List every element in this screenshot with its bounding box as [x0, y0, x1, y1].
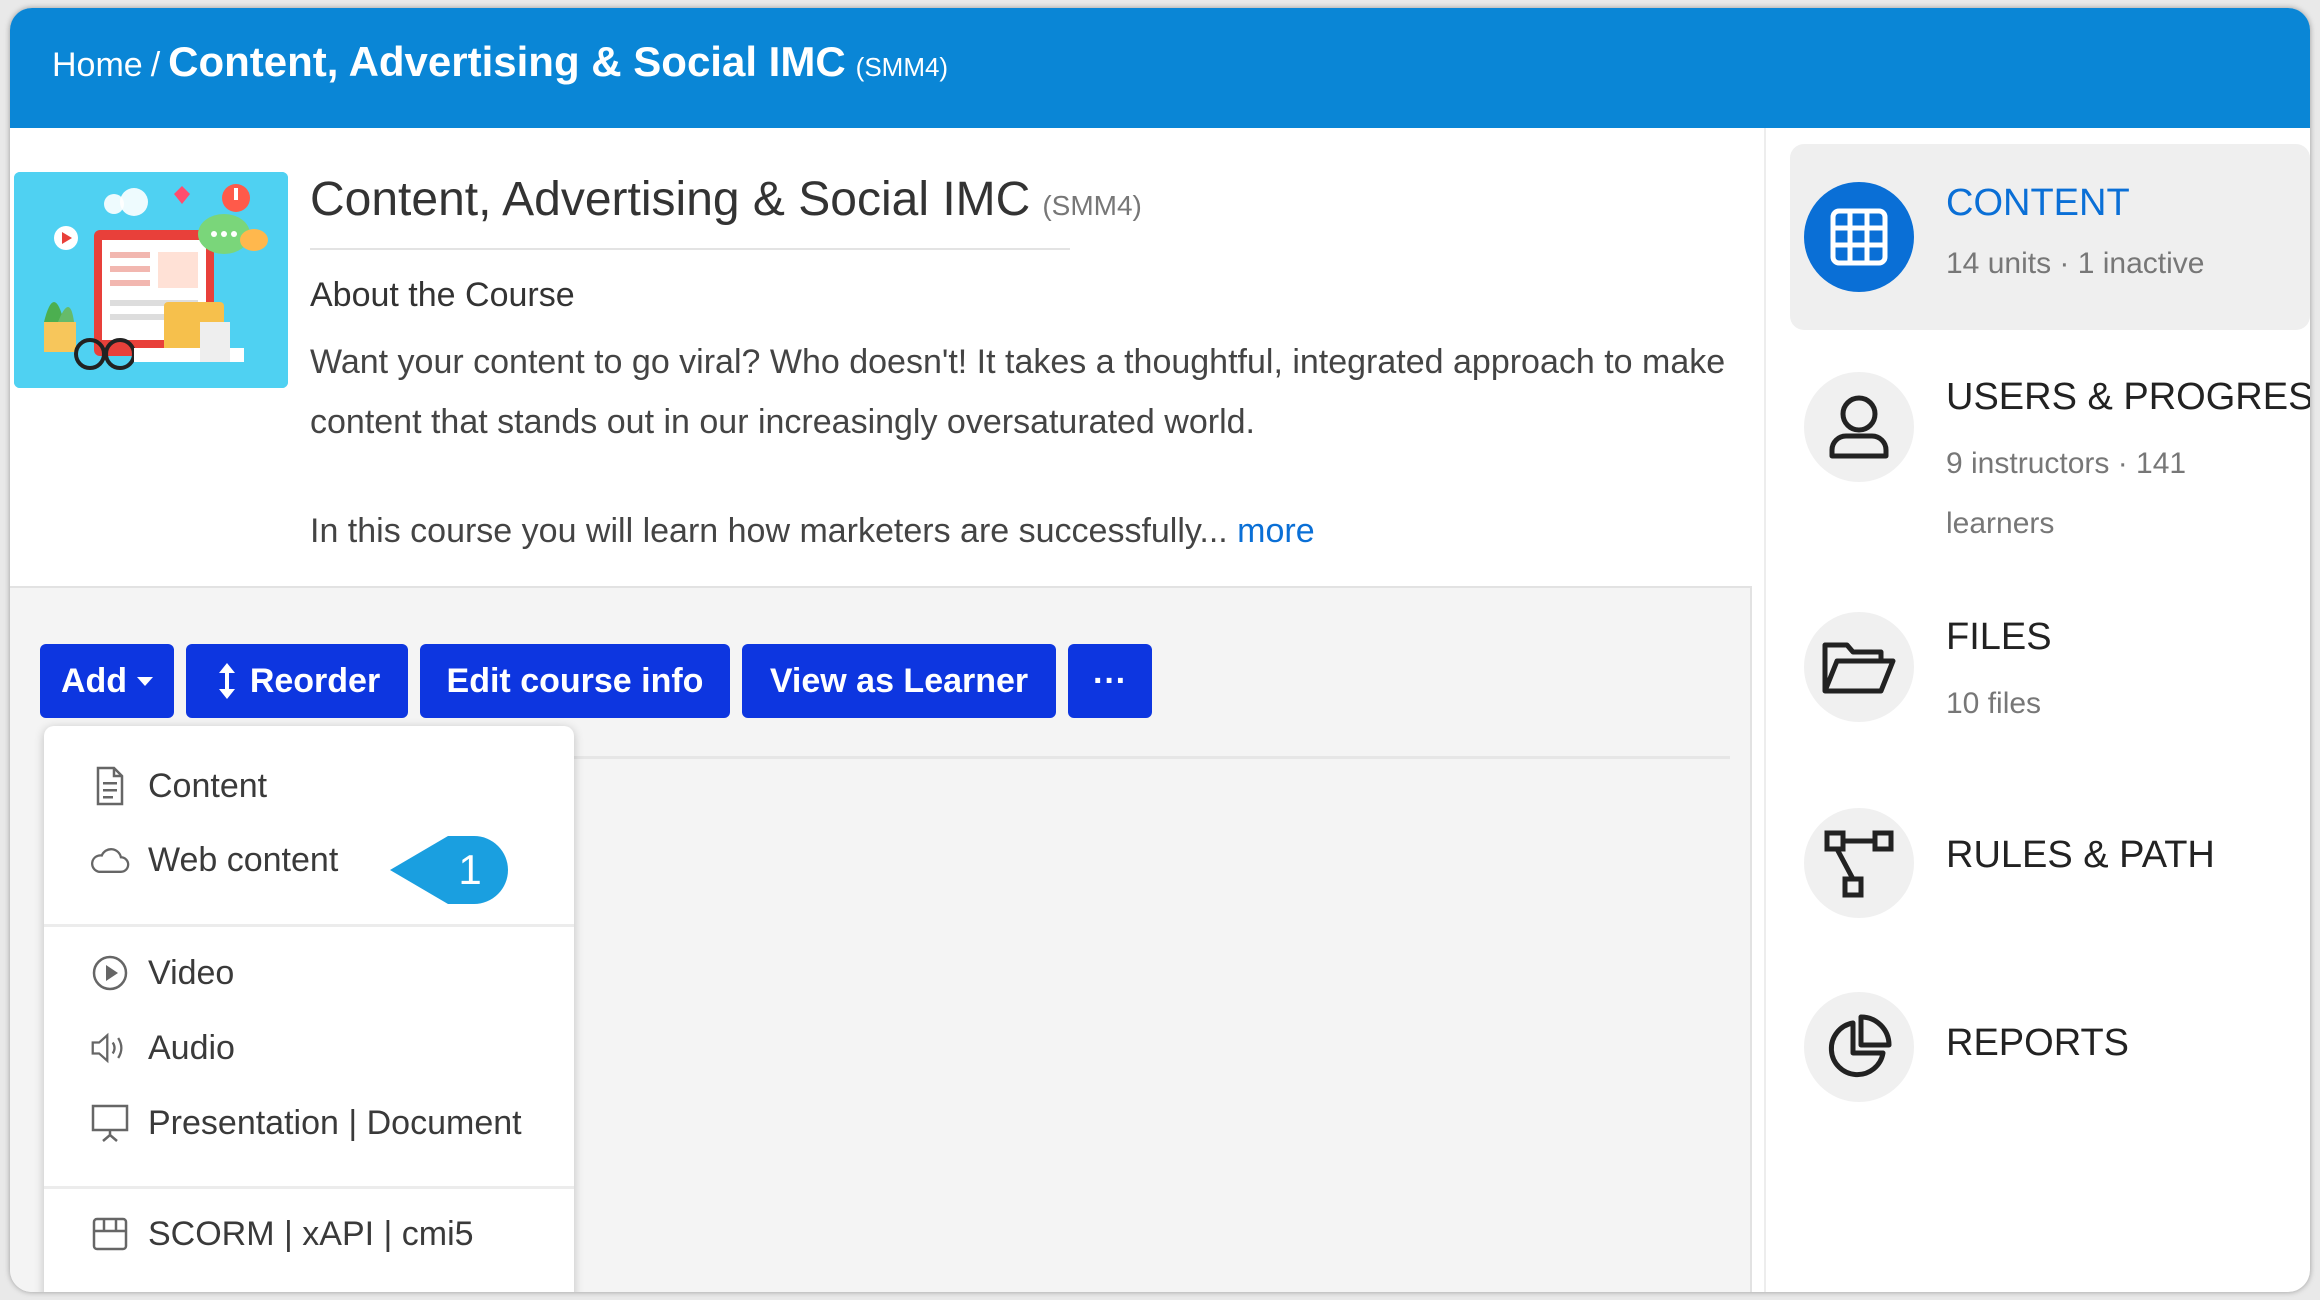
sidebar-subtitle: 14 units · 1 inactive: [1946, 247, 2205, 280]
edit-course-info-button[interactable]: Edit course info: [420, 644, 730, 718]
edit-button-label: Edit course info: [446, 661, 704, 700]
toolbar: Add Reorder Edit course info View as Lea…: [40, 644, 1152, 718]
header-bar: Home / Content, Advertising & Social IMC…: [10, 8, 2310, 128]
pie-chart-icon-badge: [1804, 992, 1914, 1102]
more-link[interactable]: more: [1237, 512, 1314, 550]
app-window: Home / Content, Advertising & Social IMC…: [10, 8, 2310, 1292]
breadcrumb-current: Content, Advertising & Social IMC: [168, 38, 846, 85]
callout-number: 1: [458, 846, 481, 893]
sidebar-item-content[interactable]: CONTENT 14 units · 1 inactive: [1790, 144, 2310, 330]
sidebar-title: FILES: [1946, 616, 2052, 658]
speaker-icon: [90, 1026, 130, 1070]
reorder-button[interactable]: Reorder: [186, 644, 408, 718]
folder-open-icon: [1822, 642, 1896, 694]
sidebar-subtitle: 10 files: [1946, 687, 2042, 720]
sidebar-item-reports[interactable]: REPORTS: [1790, 982, 2310, 1122]
grid-icon: [1830, 208, 1888, 266]
menu-item-scorm[interactable]: SCORM | xAPI | cmi5: [90, 1212, 474, 1256]
menu-item-label: SCORM | xAPI | cmi5: [148, 1214, 474, 1253]
cloud-icon: [90, 838, 130, 882]
add-dropdown-menu: Content Web content Video Audio Presenta…: [44, 726, 574, 1292]
sidebar-subtitle: 9 instructors · 141 learners: [1946, 447, 2187, 540]
course-thumbnail: [14, 172, 288, 388]
more-options-label: ···: [1093, 661, 1127, 700]
menu-item-video[interactable]: Video: [90, 951, 234, 995]
about-text-continued: In this course you will learn how market…: [310, 512, 1315, 551]
menu-item-label: Presentation | Document: [148, 1103, 522, 1142]
menu-item-label: Audio: [148, 1028, 235, 1067]
breadcrumb-home-link[interactable]: Home: [52, 46, 143, 85]
about-text: Want your content to go viral? Who doesn…: [310, 343, 1726, 441]
about-heading: About the Course: [310, 276, 575, 314]
sidebar-item-rules-path[interactable]: RULES & PATH: [1790, 796, 2310, 936]
menu-item-content[interactable]: Content: [90, 764, 267, 808]
menu-item-label: Web content: [148, 840, 339, 879]
sidebar-item-users-progress[interactable]: USERS & PROGRESS 9 instructors · 141 lea…: [1790, 364, 2310, 564]
user-icon-badge: [1804, 372, 1914, 482]
play-circle-icon: [90, 951, 130, 995]
sidebar-title: USERS & PROGRESS: [1946, 376, 2310, 418]
menu-item-label: Content: [148, 766, 268, 805]
course-title: Content, Advertising & Social IMC (SMM4): [310, 172, 1142, 227]
sidebar-divider: [1764, 128, 1766, 1292]
menu-divider: [44, 924, 574, 927]
menu-item-audio[interactable]: Audio: [90, 1026, 235, 1070]
about-text-2: In this course you will learn how market…: [310, 512, 1228, 550]
path-icon-badge: [1804, 808, 1914, 918]
caret-down-icon: [137, 676, 154, 686]
breadcrumb: Home / Content, Advertising & Social IMC…: [52, 38, 948, 86]
sidebar-title: CONTENT: [1946, 182, 2130, 224]
reorder-button-label: Reorder: [249, 661, 381, 700]
panel-divider: [570, 756, 1730, 759]
title-divider: [310, 248, 1070, 250]
breadcrumb-separator: /: [150, 46, 161, 84]
grid-icon-badge: [1804, 182, 1914, 292]
menu-item-web-content[interactable]: Web content: [90, 838, 338, 882]
view-button-label: View as Learner: [769, 661, 1029, 700]
menu-item-label: Video: [148, 953, 235, 992]
sidebar-title: REPORTS: [1946, 1022, 2130, 1064]
course-title-text: Content, Advertising & Social IMC: [310, 173, 1031, 226]
menu-item-presentation[interactable]: Presentation | Document: [90, 1101, 522, 1145]
user-icon: [1829, 395, 1889, 459]
course-illustration-icon: [14, 172, 288, 388]
folder-icon-badge: [1804, 612, 1914, 722]
add-button-label: Add: [60, 661, 128, 700]
presentation-icon: [90, 1101, 130, 1145]
breadcrumb-code: (SMM4): [855, 52, 949, 82]
path-icon: [1824, 830, 1894, 898]
step-callout: 1: [390, 830, 512, 910]
vertical-arrows-icon: [218, 663, 235, 699]
document-icon: [90, 764, 130, 808]
sidebar-title: RULES & PATH: [1946, 834, 2215, 876]
view-as-learner-button[interactable]: View as Learner: [742, 644, 1056, 718]
package-icon: [90, 1212, 130, 1256]
pie-chart-icon: [1828, 1014, 1892, 1078]
more-options-button[interactable]: ···: [1068, 644, 1152, 718]
course-code: (SMM4): [1042, 190, 1142, 221]
sidebar-item-files[interactable]: FILES 10 files: [1790, 604, 2310, 734]
menu-divider: [44, 1186, 574, 1189]
add-button[interactable]: Add: [40, 644, 174, 718]
